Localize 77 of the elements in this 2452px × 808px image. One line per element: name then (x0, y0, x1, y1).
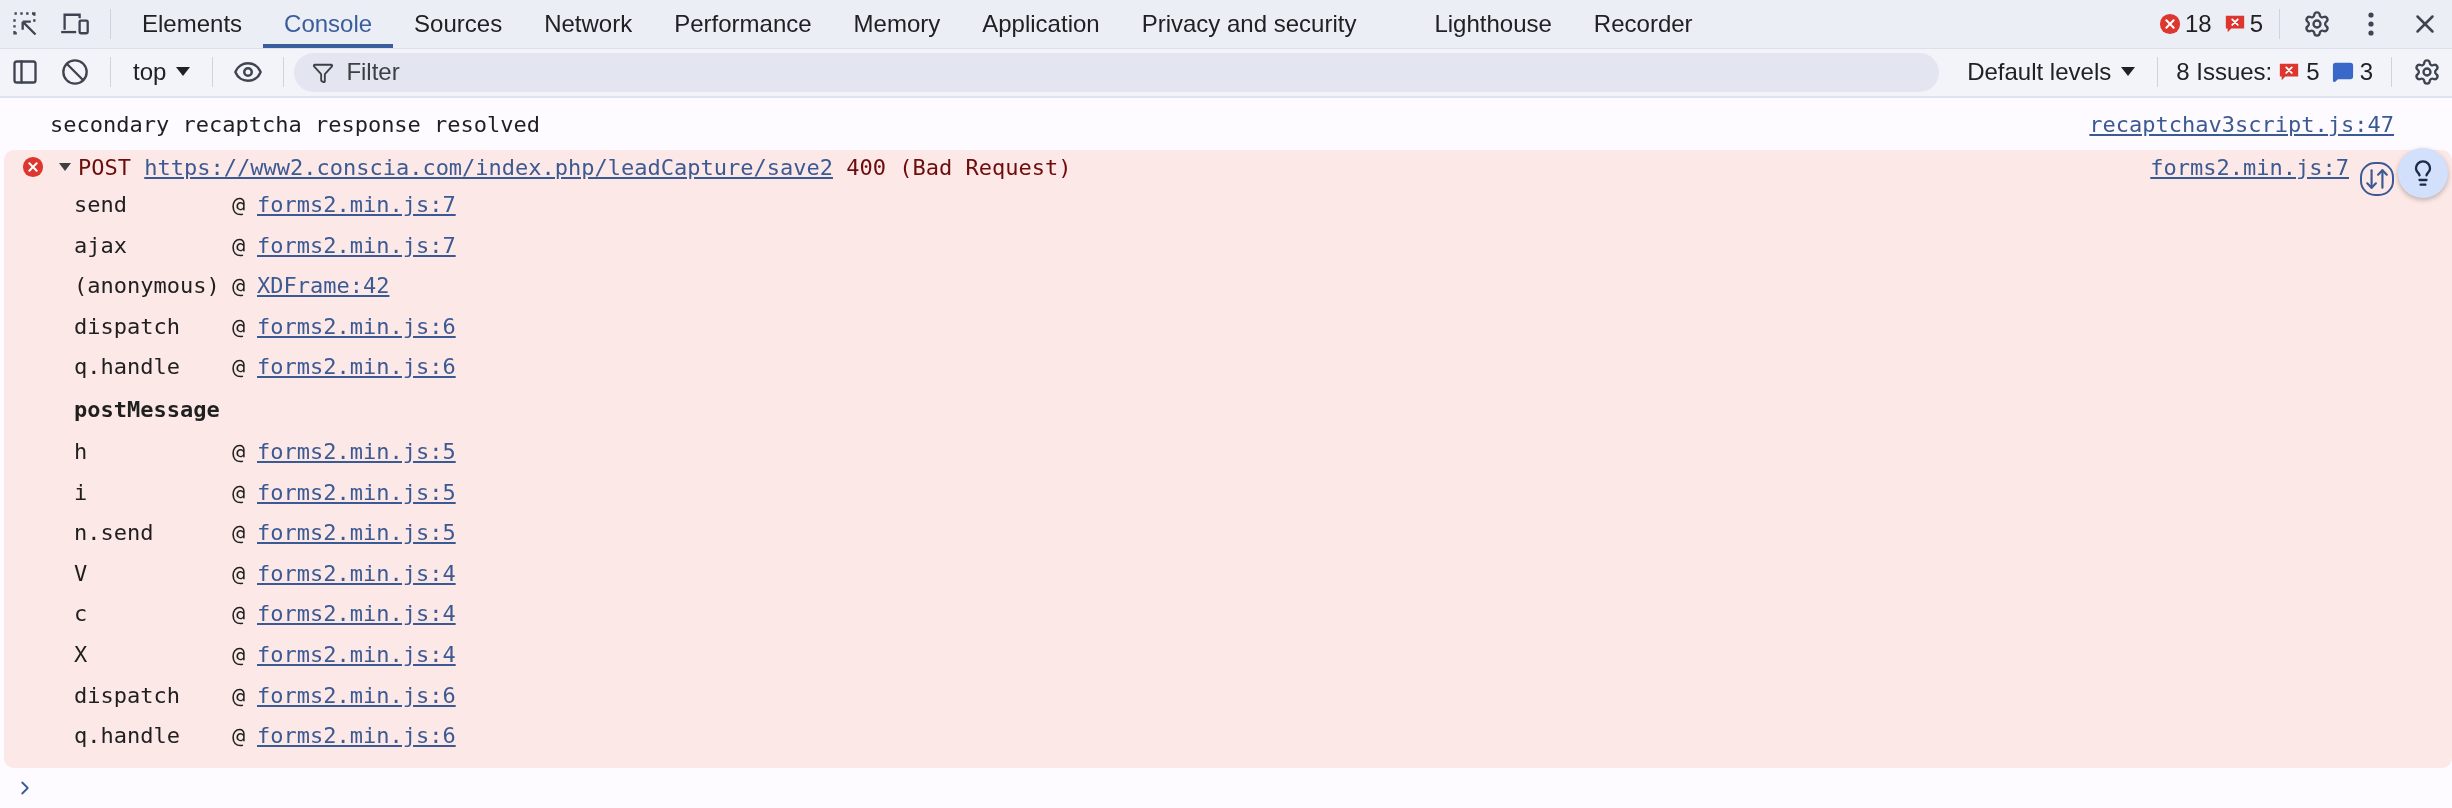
at-sign: @ (232, 192, 247, 218)
stack-location-link[interactable]: forms2.min.js:5 (257, 439, 456, 465)
panel-tab[interactable]: Lighthouse (1413, 0, 1573, 48)
stack-location-link[interactable]: forms2.min.js:7 (257, 192, 456, 218)
stack-location-link[interactable]: forms2.min.js:7 (257, 232, 456, 258)
panel-tab[interactable]: Application (961, 0, 1121, 48)
log-levels-dropdown[interactable]: Default levels (1955, 58, 2148, 87)
clear-icon (61, 58, 89, 87)
function-name: i (74, 479, 89, 505)
function-name: q.handle (74, 354, 181, 380)
at-sign: @ (232, 642, 247, 667)
at-sign: @ (232, 601, 247, 627)
function-name: n.send (74, 520, 155, 546)
at-sign: @ (232, 313, 247, 339)
stack-location-link[interactable]: forms2.min.js:4 (257, 642, 456, 667)
stack-location-link[interactable]: forms2.min.js:6 (257, 682, 456, 708)
error-icon (2158, 12, 2181, 35)
filter-icon (312, 61, 335, 84)
issue-counter[interactable]: 5 (2217, 0, 2269, 48)
source-link[interactable]: recaptchav3script.js:47 (2089, 111, 2394, 137)
stack-location-link[interactable]: forms2.min.js:5 (257, 520, 456, 546)
function-name: V (74, 560, 89, 586)
at-sign: @ (232, 723, 247, 749)
issues-info-count: 3 (2359, 58, 2373, 87)
panel-tab[interactable]: Network (523, 0, 654, 48)
function-name: c (74, 601, 89, 627)
request-url-link[interactable]: https://www2.conscia.com/index.php/leadCapture/save2 (144, 154, 833, 180)
at-sign: @ (232, 354, 247, 380)
panel-tab[interactable]: Sources (393, 0, 524, 48)
settings-icon (2303, 9, 2331, 38)
stack-location-link[interactable]: forms2.min.js:4 (257, 560, 456, 586)
inspect-element-icon (11, 9, 39, 38)
source-link[interactable]: forms2.min.js:7 (2150, 154, 2349, 180)
function-name: dispatch (74, 313, 181, 339)
function-name: q.handle (74, 723, 181, 749)
stack-location-link[interactable]: forms2.min.js:6 (257, 354, 456, 380)
issues-error-count: 5 (2306, 58, 2320, 87)
function-name: h (74, 439, 89, 465)
stack-location-link[interactable]: forms2.min.js:5 (257, 479, 456, 505)
stack-location-link[interactable]: forms2.min.js:4 (257, 601, 456, 627)
filter-field[interactable]: Filter (294, 52, 1940, 92)
panel-tab[interactable]: Recorder (1572, 0, 1714, 48)
status-text: 400 (Bad Request) (845, 154, 1073, 180)
request-method: POST (78, 154, 132, 180)
at-sign: @ (232, 439, 247, 465)
dropdown-caret-icon (2121, 67, 2136, 78)
panel-tab[interactable]: Memory (832, 0, 962, 48)
function-name: ajax (74, 232, 128, 258)
error-icon (22, 156, 44, 179)
at-sign: @ (232, 479, 247, 505)
network-request-icon[interactable] (2360, 162, 2394, 197)
dropdown-caret-icon (176, 67, 191, 78)
at-sign: @ (232, 520, 247, 546)
issues-button[interactable]: 8 Issues: 5 3 (2168, 58, 2381, 87)
context-selector[interactable]: top (121, 58, 203, 87)
stack-location-link[interactable]: XDFrame:42 (257, 273, 390, 299)
function-name: (anonymous) (74, 273, 221, 299)
at-sign: @ (232, 560, 247, 586)
async-boundary-label: postMessage (74, 396, 220, 422)
function-name: dispatch (74, 682, 181, 708)
issues-label: 8 Issues: (2176, 58, 2273, 87)
log-message: secondary recaptcha response resolved (50, 111, 542, 137)
menu-icon (2368, 11, 2374, 36)
settings-icon (2413, 58, 2441, 87)
stack-location-link[interactable]: forms2.min.js:6 (257, 723, 456, 749)
at-sign: @ (232, 232, 247, 258)
message-icon (2331, 61, 2354, 84)
function-name: send (74, 192, 128, 218)
panel-tab[interactable]: Privacy and security (1120, 0, 1378, 48)
at-sign: @ (232, 682, 247, 708)
panel-tab[interactable]: Performance (653, 0, 833, 48)
stack-location-link[interactable]: forms2.min.js:6 (257, 313, 456, 339)
sidebar-icon (11, 58, 39, 87)
function-name: X (74, 642, 89, 667)
panel-tab[interactable]: Elements (121, 0, 264, 48)
error-counter[interactable]: 18 (2152, 0, 2218, 48)
at-sign: @ (232, 273, 247, 299)
